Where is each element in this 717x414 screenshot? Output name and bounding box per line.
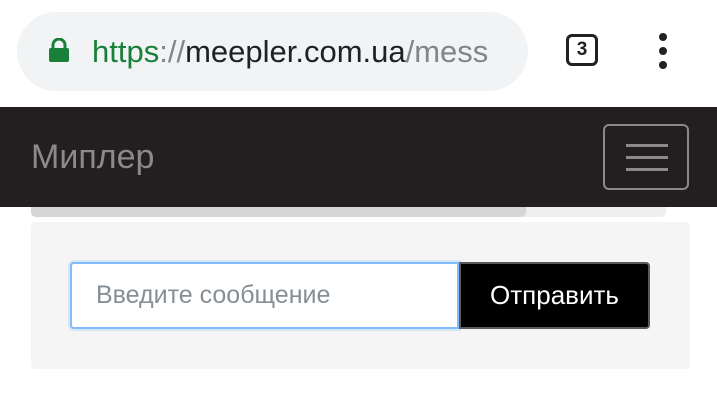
site-brand[interactable]: Миплер [31,137,154,177]
url-host: meepler.com.ua [185,34,406,69]
kebab-dot [659,47,667,55]
url-text[interactable]: https://meepler.com.ua/mess [92,32,510,72]
url-scheme: https [92,34,160,69]
tab-switcher-button[interactable]: 3 [566,34,598,66]
progress-fill [31,207,527,217]
hamburger-menu-icon [626,156,668,159]
hamburger-menu-icon [626,168,668,171]
url-path: /mess [405,34,489,69]
kebab-dot [659,33,667,41]
message-input[interactable] [70,262,459,329]
kebab-dot [659,61,667,69]
message-composer-card: Отправить [31,222,690,369]
browser-toolbar: https://meepler.com.ua/mess 3 [0,0,717,107]
kebab-menu-icon[interactable] [656,33,670,69]
send-button[interactable]: Отправить [459,262,650,329]
lock-icon[interactable] [48,38,70,62]
url-separator: :// [159,34,186,69]
progress-bar [31,207,666,217]
hamburger-menu-icon [626,144,668,147]
navbar-toggler-button[interactable] [603,124,689,190]
site-navbar: Миплер [0,107,717,207]
